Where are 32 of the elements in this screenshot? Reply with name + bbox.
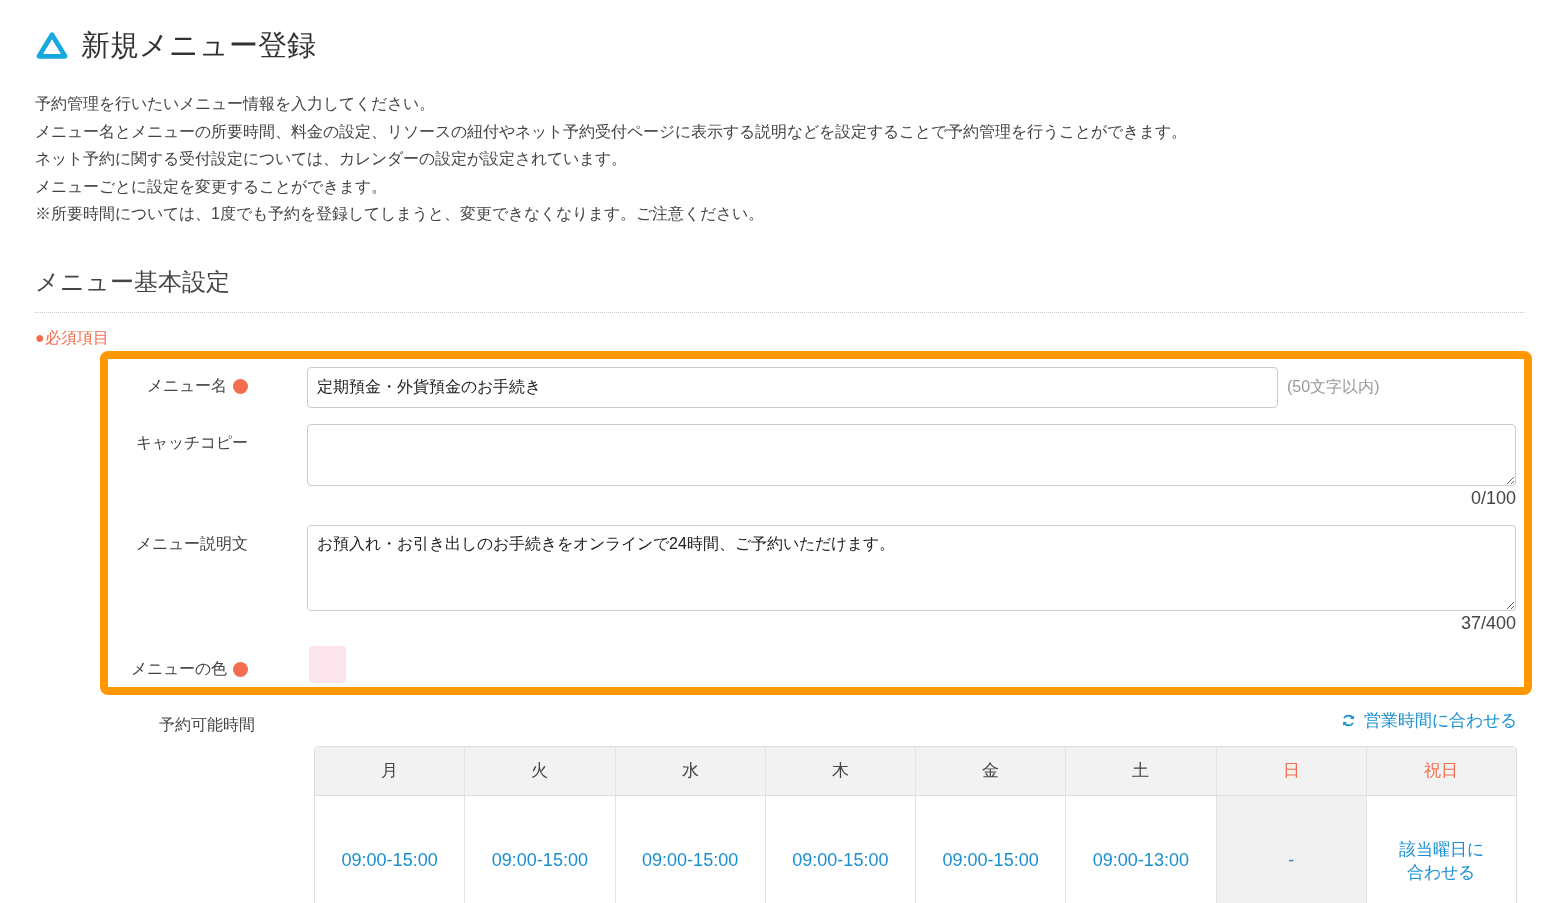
field-label: メニュー説明文 (136, 533, 248, 554)
day-header: 水 (615, 746, 765, 796)
page-title: 新規メニュー登録 (81, 28, 316, 63)
intro-text: ※所要時間については、1度でも予約を登録してしまうと、変更できなくなります。ご注意ください。 (35, 204, 765, 224)
field-label: メニューの色 (131, 658, 227, 679)
day-header: 火 (465, 746, 615, 796)
day-header: 日 (1216, 746, 1366, 796)
char-counter: 0/100 (1470, 487, 1516, 508)
hours-cell[interactable]: - (1216, 795, 1366, 903)
section-title: メニュー基本設定 (35, 266, 231, 297)
field-label: 予約可能時間 (159, 714, 255, 735)
intro-text: 予約管理を行いたいメニュー情報を入力してください。 (35, 94, 436, 114)
intro-text: ネット予約に関する受付設定については、カレンダーの設定が設定されています。 (35, 149, 628, 169)
sync-link[interactable]: 営業時間に合わせる (1341, 708, 1517, 732)
field-label: メニュー名 (147, 375, 227, 396)
color-swatch[interactable] (309, 645, 346, 683)
refresh-icon (1341, 712, 1356, 728)
intro-text: メニューごとに設定を変更することができます。 (35, 176, 388, 197)
char-counter: 37/400 (1460, 612, 1516, 633)
length-hint: (50文字以内) (1287, 376, 1380, 397)
intro-text: メニュー名とメニューの所要時間、料金の設定、リソースの紐付やネット予約受付ページに表示する説明などを設定することで予約管理を行うことができます。 (35, 121, 1188, 142)
textarea-field[interactable] (307, 423, 1516, 486)
day-header: 月 (315, 746, 465, 796)
triangle-logo-icon (35, 31, 69, 61)
day-header: 土 (1066, 746, 1216, 796)
day-header: 祝日 (1366, 746, 1516, 796)
textarea-field[interactable]: お預入れ・お引き出しのお手続きをオンラインで24時間、ご予約いただけます。 (307, 524, 1516, 611)
day-header: 木 (765, 746, 915, 796)
menu-name-input[interactable]: 定期預金・外貨預金のお手続き (307, 366, 1278, 408)
day-header: 金 (916, 746, 1066, 796)
field-label: キャッチコピー (136, 432, 248, 453)
required-note: ●必須項目 (35, 327, 110, 348)
